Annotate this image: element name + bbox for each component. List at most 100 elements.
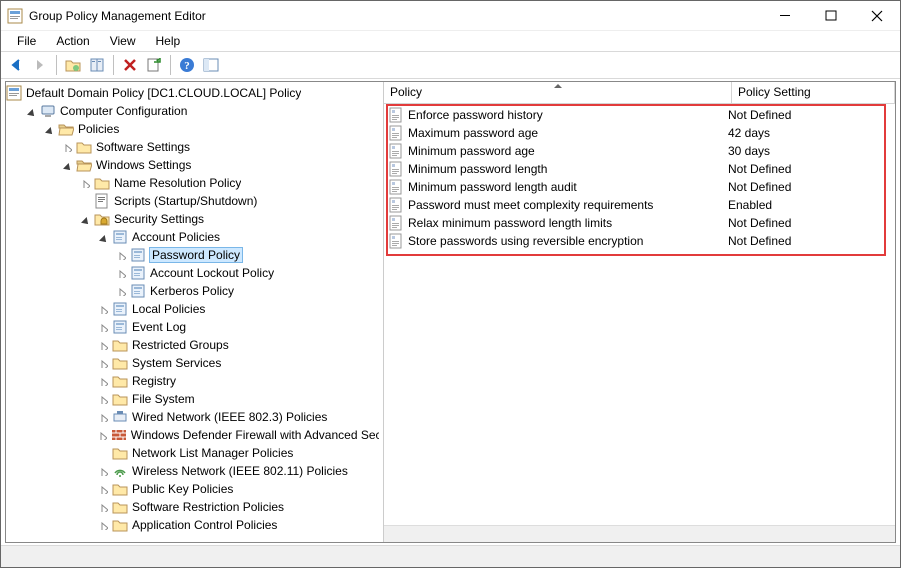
minimize-button[interactable]	[762, 1, 808, 31]
menu-action[interactable]: Action	[46, 32, 99, 50]
expander-icon[interactable]	[60, 140, 74, 154]
expander-icon[interactable]	[114, 284, 128, 298]
tree-public-key-policies[interactable]: Public Key Policies	[96, 480, 383, 498]
menu-file[interactable]: File	[7, 32, 46, 50]
expander-icon[interactable]	[78, 212, 92, 226]
expander-icon[interactable]	[96, 464, 110, 478]
expander-icon[interactable]	[114, 248, 128, 262]
column-policy[interactable]: Policy	[384, 82, 732, 103]
script-icon	[94, 193, 110, 209]
tree-file-system[interactable]: File System	[96, 390, 383, 408]
expander-icon[interactable]	[42, 122, 56, 136]
tree-label: Public Key Policies	[132, 482, 233, 496]
policy-setting: 42 days	[728, 126, 770, 140]
tree-label: Restricted Groups	[132, 338, 229, 352]
policy-row[interactable]: Maximum password age42 days	[384, 124, 895, 142]
policy-row[interactable]: Store passwords using reversible encrypt…	[384, 232, 895, 250]
policy-row[interactable]: Minimum password length auditNot Defined	[384, 178, 895, 196]
tree-scripts[interactable]: Scripts (Startup/Shutdown)	[78, 192, 383, 210]
policy-row[interactable]: Password must meet complexity requiremen…	[384, 196, 895, 214]
tree-system-services[interactable]: System Services	[96, 354, 383, 372]
delete-button[interactable]	[119, 54, 141, 76]
policy-setting: 30 days	[728, 144, 770, 158]
forward-button[interactable]	[29, 54, 51, 76]
tree-security-settings[interactable]: Security Settings	[78, 210, 383, 228]
tree-label: System Services	[132, 356, 221, 370]
tree-registry[interactable]: Registry	[96, 372, 383, 390]
show-hide-tree-button[interactable]	[200, 54, 222, 76]
expander-icon[interactable]	[96, 356, 110, 370]
expander-icon[interactable]	[96, 410, 110, 424]
expander-icon[interactable]	[96, 482, 110, 496]
tree-application-control[interactable]: Application Control Policies	[96, 516, 383, 534]
tree-event-log[interactable]: Event Log	[96, 318, 383, 336]
list-header: Policy Policy Setting	[384, 82, 895, 104]
expander-icon[interactable]	[96, 374, 110, 388]
tree-restricted-groups[interactable]: Restricted Groups	[96, 336, 383, 354]
expander-icon[interactable]	[96, 338, 110, 352]
menu-view[interactable]: View	[100, 32, 146, 50]
tree-computer-configuration[interactable]: Computer Configuration	[24, 102, 383, 120]
policy-row[interactable]: Relax minimum password length limitsNot …	[384, 214, 895, 232]
policy-setting: Enabled	[728, 198, 772, 212]
horizontal-scrollbar[interactable]	[384, 525, 895, 542]
titlebar: Group Policy Management Editor	[1, 1, 900, 31]
tree-wired-network[interactable]: Wired Network (IEEE 802.3) Policies	[96, 408, 383, 426]
policy-setting: Not Defined	[728, 108, 791, 122]
menubar: File Action View Help	[1, 31, 900, 51]
tree-software-settings[interactable]: Software Settings	[60, 138, 383, 156]
tree-local-policies[interactable]: Local Policies	[96, 300, 383, 318]
help-button[interactable]	[176, 54, 198, 76]
expander-icon[interactable]	[96, 302, 110, 316]
policy-item-icon	[388, 197, 404, 213]
menu-help[interactable]: Help	[146, 32, 191, 50]
tree-network-list-manager[interactable]: Network List Manager Policies	[96, 444, 383, 462]
tree-windows-settings[interactable]: Windows Settings	[60, 156, 383, 174]
back-button[interactable]	[5, 54, 27, 76]
expander-icon[interactable]	[96, 500, 110, 514]
expander-icon[interactable]	[96, 518, 110, 532]
policy-item-icon	[388, 179, 404, 195]
expander-icon[interactable]	[96, 320, 110, 334]
tree-wireless-network[interactable]: Wireless Network (IEEE 802.11) Policies	[96, 462, 383, 480]
expander-icon[interactable]	[114, 266, 128, 280]
tree-software-restriction[interactable]: Software Restriction Policies	[96, 498, 383, 516]
policy-item-icon	[388, 161, 404, 177]
policy-row[interactable]: Minimum password lengthNot Defined	[384, 160, 895, 178]
policy-row[interactable]: Enforce password historyNot Defined	[384, 106, 895, 124]
tree-policies[interactable]: Policies	[42, 120, 383, 138]
policy-name: Relax minimum password length limits	[408, 216, 728, 230]
list-body[interactable]: Enforce password historyNot DefinedMaxim…	[384, 104, 895, 525]
tree-label: Policies	[78, 122, 119, 136]
expander-icon[interactable]	[78, 176, 92, 190]
expander-icon[interactable]	[96, 428, 109, 442]
maximize-button[interactable]	[808, 1, 854, 31]
tree-password-policy[interactable]: Password Policy	[114, 246, 383, 264]
tree-defender-firewall[interactable]: Windows Defender Firewall with Advanced …	[96, 426, 383, 444]
close-button[interactable]	[854, 1, 900, 31]
tree-account-lockout-policy[interactable]: Account Lockout Policy	[114, 264, 383, 282]
policy-node-icon	[130, 283, 146, 299]
up-button[interactable]	[62, 54, 84, 76]
tree-root[interactable]: Default Domain Policy [DC1.CLOUD.LOCAL] …	[6, 84, 383, 102]
expander-icon[interactable]	[96, 230, 110, 244]
policy-name: Minimum password age	[408, 144, 728, 158]
tree-label: Name Resolution Policy	[114, 176, 241, 190]
expander-icon[interactable]	[96, 392, 110, 406]
tree-name-resolution-policy[interactable]: Name Resolution Policy	[78, 174, 383, 192]
tree-kerberos-policy[interactable]: Kerberos Policy	[114, 282, 383, 300]
expander-icon[interactable]	[24, 104, 38, 118]
export-button[interactable]	[143, 54, 165, 76]
tree-pane[interactable]: Default Domain Policy [DC1.CLOUD.LOCAL] …	[6, 82, 384, 542]
statusbar	[1, 545, 900, 567]
expander-icon[interactable]	[60, 158, 74, 172]
policy-row[interactable]: Minimum password age30 days	[384, 142, 895, 160]
properties-button[interactable]	[86, 54, 108, 76]
policy-node-icon	[112, 229, 128, 245]
folder-icon	[112, 499, 128, 515]
policy-name: Password must meet complexity requiremen…	[408, 198, 728, 212]
tree-label: Kerberos Policy	[150, 284, 234, 298]
column-policy-setting[interactable]: Policy Setting	[732, 82, 895, 103]
policy-setting: Not Defined	[728, 180, 791, 194]
tree-account-policies[interactable]: Account Policies	[96, 228, 383, 246]
